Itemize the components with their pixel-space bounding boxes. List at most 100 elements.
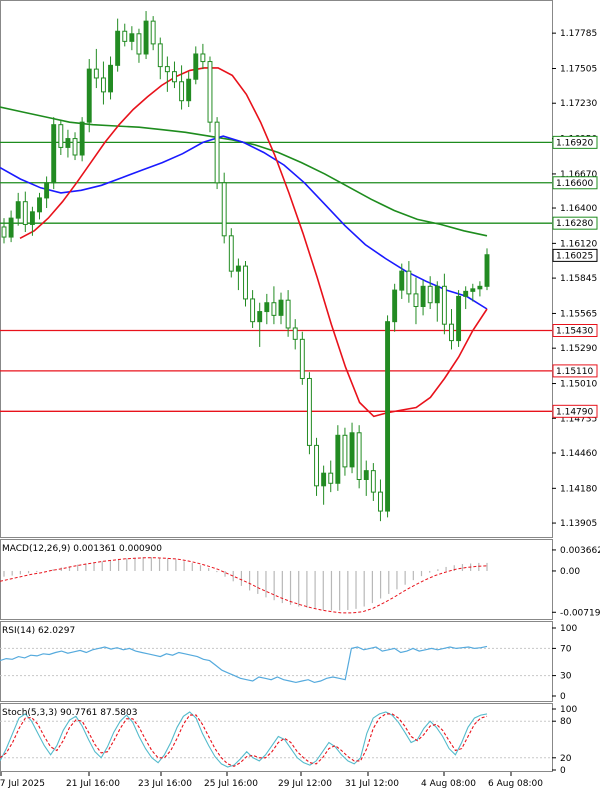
candle-body <box>392 289 398 323</box>
stoch-tick-label: 0 <box>560 766 566 776</box>
candle-body <box>100 77 106 93</box>
candle-body <box>328 472 334 484</box>
x-tick-label: 21 Jul 16:00 <box>66 779 120 789</box>
price-tick-label: 1.15010 <box>560 380 597 390</box>
candle-body <box>115 30 121 66</box>
x-tick-label: 23 Jul 16:00 <box>138 779 192 789</box>
candle-body <box>221 182 227 237</box>
rsi-tick-label: 100 <box>560 624 577 634</box>
candle-body <box>342 434 348 468</box>
candle-body <box>399 270 405 291</box>
candle-body <box>65 138 71 148</box>
macd-label: MACD(12,26,9) 0.001361 0.000900 <box>2 544 162 554</box>
macd-tick-label: -0.007199 <box>560 608 600 618</box>
candle-body <box>136 33 142 55</box>
candle-body <box>44 182 50 199</box>
candle-body <box>264 302 270 313</box>
candle-body <box>172 71 177 83</box>
candle-body <box>22 201 28 225</box>
candle-body <box>122 30 128 42</box>
candle-body <box>15 201 21 219</box>
candle-body <box>243 265 248 300</box>
candle-body <box>200 53 206 63</box>
price-tick-label: 1.16400 <box>560 204 597 214</box>
candle-body <box>150 20 156 45</box>
current-price-label: 1.16025 <box>556 251 593 261</box>
candle-body <box>235 265 241 272</box>
candle-body <box>186 78 192 102</box>
candle-body <box>193 53 199 80</box>
price-tick-label: 1.16120 <box>560 239 597 249</box>
candle-body <box>413 293 419 308</box>
stoch-label: Stoch(5,3,3) 90.7761 87.5803 <box>2 708 137 718</box>
candle-body <box>456 295 462 342</box>
candle-body <box>207 61 213 123</box>
candle-body <box>406 270 412 295</box>
candle-body <box>463 290 469 297</box>
price-tick-label: 1.17230 <box>560 99 597 109</box>
x-tick-label: 29 Jul 12:00 <box>278 779 332 789</box>
x-tick-label: 31 Jul 12:00 <box>345 779 399 789</box>
stoch-tick-label: 100 <box>560 705 577 715</box>
candle-body <box>385 321 391 512</box>
rsi-tick-label: 0 <box>560 692 566 702</box>
price-tick-label: 1.17785 <box>560 29 597 39</box>
candle-body <box>292 327 298 340</box>
candle-body <box>29 211 35 225</box>
candle-body <box>108 64 113 93</box>
stoch-tick-label: 80 <box>560 717 572 727</box>
candle-body <box>285 299 291 329</box>
candle-body <box>214 121 220 184</box>
candle-body <box>299 338 305 379</box>
candle-body <box>51 124 57 184</box>
x-tick-label: 6 Aug 08:00 <box>488 779 543 789</box>
candle-body <box>8 217 14 238</box>
price-tick-label: 1.14180 <box>560 484 597 494</box>
rsi-label: RSI(14) 62.0297 <box>2 626 75 636</box>
candle-body <box>356 432 362 480</box>
x-tick-label: 17 Jul 2025 <box>0 779 45 789</box>
candle-body <box>58 124 64 148</box>
candle-body <box>335 434 341 484</box>
candle-body <box>434 285 440 304</box>
candle-body <box>378 491 383 512</box>
candle-body <box>370 470 376 493</box>
candle-body <box>306 377 312 446</box>
candle-body <box>37 197 42 213</box>
x-tick-label: 25 Jul 16:00 <box>204 779 258 789</box>
forex-chart: 1.177851.175051.172301.169501.166701.164… <box>0 0 600 789</box>
rsi-tick-label: 30 <box>560 672 572 682</box>
candle-body <box>449 323 454 342</box>
macd-tick-label: 0.003662 <box>560 546 600 556</box>
support-label: 1.14790 <box>556 407 593 417</box>
candle-body <box>129 33 135 42</box>
candle-body <box>179 81 185 102</box>
candle-body <box>477 285 483 290</box>
candle-body <box>93 68 99 79</box>
price-tick-label: 1.15290 <box>560 344 597 354</box>
support-label: 1.15430 <box>556 327 593 337</box>
x-tick-label: 4 Aug 08:00 <box>421 779 476 789</box>
candle-body <box>164 66 170 73</box>
current-price-marker: 1.16025 <box>552 248 598 262</box>
candle-body <box>314 444 319 487</box>
candle-body <box>363 470 369 480</box>
candle-body <box>228 235 234 272</box>
candle-body <box>484 254 490 287</box>
candle-body <box>250 298 256 323</box>
candle-body <box>278 299 284 316</box>
candle-body <box>79 121 85 156</box>
candle-body <box>271 302 277 316</box>
candle-body <box>72 138 78 156</box>
stoch-tick-label: 20 <box>560 754 572 764</box>
price-tick-label: 1.15565 <box>560 309 597 319</box>
candle-body <box>321 472 327 487</box>
candle-body <box>143 20 149 55</box>
candle-body <box>86 68 92 123</box>
candle-body <box>441 285 447 325</box>
price-tick-label: 1.15845 <box>560 274 597 284</box>
candle-body <box>420 285 426 308</box>
candle-body <box>157 43 163 68</box>
resistance-label: 1.16920 <box>556 138 593 148</box>
macd-tick-label: 0.00 <box>560 567 580 577</box>
